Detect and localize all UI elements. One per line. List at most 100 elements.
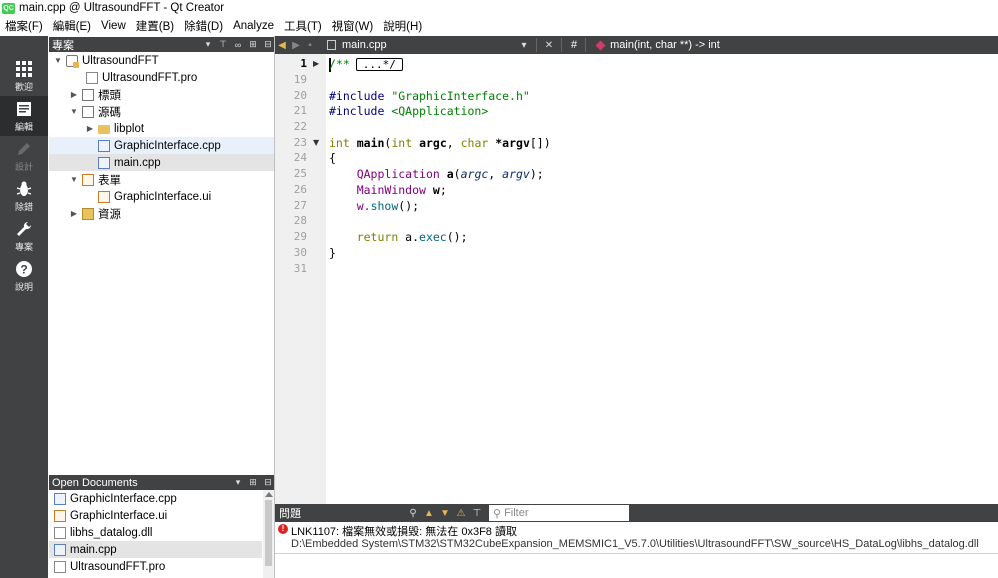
forward-arrow-icon[interactable]: ▶ xyxy=(289,40,303,51)
document-selector[interactable]: main.cpp xyxy=(327,39,517,51)
open-documents-title[interactable]: Open Documents xyxy=(49,477,229,489)
issues-title[interactable]: 問題 xyxy=(275,505,405,521)
keyword-token: char xyxy=(460,136,489,150)
punct-token: , xyxy=(446,136,461,150)
issue-item[interactable]: ! LNK1107: 檔案無效或損毀: 無法在 0x3F8 讀取 D:\Embe… xyxy=(275,522,998,552)
fold-expanded-icon[interactable]: ▼ xyxy=(313,138,319,147)
tree-item-forms[interactable]: ▼ 表單 xyxy=(49,171,274,188)
code-line: w.show(); xyxy=(329,199,419,213)
tree-item-graphicinterface-cpp[interactable]: GraphicInterface.cpp xyxy=(49,137,274,154)
dropdown-arrow-icon[interactable]: ▾ xyxy=(202,39,214,50)
line-number: 19 xyxy=(293,73,307,86)
menu-build[interactable]: 建置(B) xyxy=(131,18,179,34)
previous-item-icon[interactable]: ▲ xyxy=(421,508,437,519)
tree-item-sources[interactable]: ▼ 源碼 xyxy=(49,103,274,120)
split-icon[interactable]: ⊞ xyxy=(247,39,259,50)
ui-file-icon xyxy=(98,190,110,203)
project-panel-title[interactable]: 專案 xyxy=(49,37,199,53)
collapsed-block-marker[interactable]: ...*/ xyxy=(355,58,403,71)
open-doc-item[interactable]: libhs_datalog.dll xyxy=(49,524,262,541)
open-documents-list: GraphicInterface.cpp GraphicInterface.ui… xyxy=(49,490,274,578)
mode-debug[interactable]: 除錯 xyxy=(0,176,48,216)
menu-help[interactable]: 說明(H) xyxy=(378,18,427,34)
code-line: int main(int argc, char *argv[]) xyxy=(329,136,551,150)
tree-item-project[interactable]: ▼ UltrasoundFFT xyxy=(49,52,274,69)
close-panel-icon[interactable]: ⊟ xyxy=(262,39,274,50)
collapse-arrow-icon[interactable]: ▶ xyxy=(69,209,79,218)
line-number: 31 xyxy=(293,262,307,275)
open-doc-item[interactable]: UltrasoundFFT.pro xyxy=(49,558,262,575)
scrollbar-thumb[interactable] xyxy=(265,500,272,566)
tree-item-resources[interactable]: ▶ 資源 xyxy=(49,205,274,222)
open-doc-label: GraphicInterface.ui xyxy=(70,509,168,522)
dropdown-arrow-icon[interactable]: ▾ xyxy=(517,40,531,51)
method-token: exec xyxy=(419,230,447,244)
mode-projects-label: 專案 xyxy=(14,243,33,253)
split-icon[interactable]: ⊞ xyxy=(247,477,259,488)
link-icon[interactable]: ∞ xyxy=(232,40,244,50)
tree-item-graphicinterface-ui[interactable]: GraphicInterface.ui xyxy=(49,188,274,205)
help-icon: ? xyxy=(16,261,32,277)
menu-tools[interactable]: 工具(T) xyxy=(279,18,327,34)
line-number: 22 xyxy=(293,120,307,133)
param-token: argv xyxy=(502,167,530,181)
symbol-selector[interactable]: main(int, char **) -> int xyxy=(595,39,720,51)
warning-toggle-icon[interactable]: ⚠ xyxy=(453,508,469,519)
function-name-token: main xyxy=(356,136,385,150)
comment-token: /** xyxy=(329,57,350,71)
keyword-token: int xyxy=(391,136,413,150)
menu-window[interactable]: 視窗(W) xyxy=(327,18,379,34)
menu-analyze[interactable]: Analyze xyxy=(228,20,279,32)
code-line: return a.exec(); xyxy=(329,230,468,244)
close-panel-icon[interactable]: ⊟ xyxy=(262,477,274,488)
next-item-icon[interactable]: ▼ xyxy=(437,508,453,519)
scroll-up-icon[interactable] xyxy=(265,492,273,497)
title-bar: QC main.cpp @ UltrasoundFFT - Qt Creator xyxy=(0,0,998,16)
issues-filter-input[interactable]: ⚲ Filter xyxy=(489,505,629,521)
mode-design[interactable]: 設計 xyxy=(0,136,48,176)
open-doc-item[interactable]: main.cpp xyxy=(49,541,262,558)
scrollbar[interactable] xyxy=(263,490,274,578)
expand-arrow-icon[interactable]: ▼ xyxy=(69,175,79,184)
folder-icon xyxy=(98,125,110,134)
close-document-icon[interactable]: ✕ xyxy=(542,40,556,51)
menu-file[interactable]: 檔案(F) xyxy=(0,18,48,34)
filter-icon[interactable]: ⊤ xyxy=(217,39,229,50)
file-icon xyxy=(54,526,66,539)
collapse-arrow-icon[interactable]: ▶ xyxy=(69,90,79,99)
tree-item-headers[interactable]: ▶ 標頭 xyxy=(49,86,274,103)
mode-edit[interactable]: 編輯 xyxy=(0,96,48,136)
mode-welcome[interactable]: 歡迎 xyxy=(0,56,48,96)
tree-item-label: GraphicInterface.cpp xyxy=(114,139,221,152)
hash-symbol[interactable]: # xyxy=(571,39,577,51)
filter-icon[interactable]: ⊤ xyxy=(469,508,485,519)
open-doc-item[interactable]: GraphicInterface.ui xyxy=(49,507,262,524)
edit-icon xyxy=(17,102,31,116)
back-arrow-icon[interactable]: ◀ xyxy=(275,40,289,51)
tree-item-libplot[interactable]: ▶ libplot xyxy=(49,120,274,137)
code-line: MainWindow w; xyxy=(329,183,447,197)
expand-arrow-icon[interactable]: ▼ xyxy=(69,107,79,116)
tree-item-main-cpp[interactable]: main.cpp xyxy=(49,154,274,171)
code-editor[interactable]: 1 ▶ 19 20 21 22 23 ▼ 24 25 26 27 28 29 3… xyxy=(275,54,998,504)
dropdown-arrow-icon[interactable]: ▾ xyxy=(232,477,244,488)
open-doc-item[interactable]: GraphicInterface.cpp xyxy=(49,490,262,507)
filter-by-category-icon[interactable]: ⚲ xyxy=(405,508,421,519)
fold-collapsed-icon[interactable]: ▶ xyxy=(313,59,319,68)
directive-token: #include xyxy=(329,104,385,118)
tree-item-pro-file[interactable]: UltrasoundFFT.pro xyxy=(49,69,274,86)
open-doc-label: main.cpp xyxy=(70,543,117,556)
mode-design-label: 設計 xyxy=(14,163,33,173)
menu-debug[interactable]: 除錯(D) xyxy=(179,18,228,34)
mode-projects[interactable]: 專案 xyxy=(0,216,48,256)
code-line: } xyxy=(329,246,336,260)
collapse-arrow-icon[interactable]: ▶ xyxy=(85,124,95,133)
code-line: #include <QApplication> xyxy=(329,104,488,118)
directive-token: #include xyxy=(329,89,385,103)
mode-help[interactable]: ? 說明 xyxy=(0,256,48,296)
line-number: 23 xyxy=(293,136,307,149)
menu-edit[interactable]: 編輯(E) xyxy=(48,18,96,34)
expand-arrow-icon[interactable]: ▼ xyxy=(53,56,63,65)
menu-view[interactable]: View xyxy=(96,20,131,32)
open-documents-header: Open Documents ▾ ⊞ ⊟ xyxy=(49,475,274,490)
